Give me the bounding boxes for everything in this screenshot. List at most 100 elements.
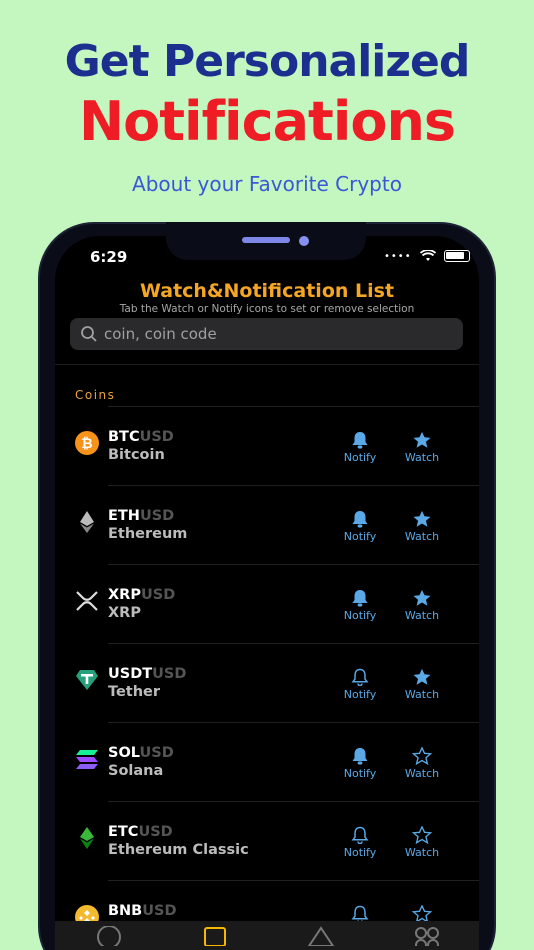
watch-label: Watch bbox=[404, 451, 440, 464]
coin-symbol: ETC bbox=[108, 824, 139, 840]
notify-label: Notify bbox=[343, 451, 377, 464]
notify-button[interactable]: Notify bbox=[338, 826, 382, 859]
grid-tab-icon[interactable] bbox=[414, 926, 440, 946]
watch-button[interactable]: Watch bbox=[400, 668, 444, 701]
notify-label: Notify bbox=[343, 530, 377, 543]
watch-label: Watch bbox=[404, 846, 440, 859]
bell-filled-icon bbox=[352, 432, 368, 449]
notify-button[interactable]: Notify bbox=[338, 431, 382, 464]
coin-row[interactable]: ETCUSD Ethereum Classic Notify Watch bbox=[55, 801, 479, 880]
search-icon bbox=[81, 326, 97, 342]
coin-name: Ethereum bbox=[108, 526, 188, 542]
coin-name: Solana bbox=[108, 763, 164, 779]
star-filled-icon bbox=[413, 510, 431, 527]
divider bbox=[108, 880, 479, 881]
divider bbox=[108, 485, 479, 486]
notify-button[interactable]: Notify bbox=[338, 589, 382, 622]
divider bbox=[108, 801, 479, 802]
bell-filled-icon bbox=[352, 590, 368, 607]
svg-text:₿: ₿ bbox=[81, 436, 92, 452]
solana-icon bbox=[75, 747, 99, 771]
divider bbox=[108, 406, 479, 407]
coin-quote: USD bbox=[140, 587, 176, 603]
coin-row[interactable]: ₿ BTCUSD Bitcoin Notify Watch bbox=[55, 406, 479, 485]
coin-name: XRP bbox=[108, 605, 141, 621]
coin-quote: USD bbox=[139, 508, 175, 524]
notify-label: Notify bbox=[343, 688, 377, 701]
coin-symbol: BTC bbox=[108, 429, 140, 445]
coin-symbol: ETH bbox=[108, 508, 140, 524]
notify-label: Notify bbox=[343, 767, 377, 780]
ethereum-icon bbox=[75, 510, 99, 534]
coin-label: ETCUSD Ethereum Classic bbox=[108, 824, 249, 858]
coin-label: BTCUSD Bitcoin bbox=[108, 429, 174, 463]
coin-quote: USD bbox=[139, 745, 174, 761]
tab-bar bbox=[55, 921, 479, 950]
divider bbox=[108, 722, 479, 723]
coin-quote: USD bbox=[152, 666, 187, 682]
triangle-tab-icon[interactable] bbox=[307, 925, 335, 946]
coin-label: BNBUSD bbox=[108, 903, 177, 921]
coin-name: Ethereum Classic bbox=[108, 842, 249, 858]
bell-filled-icon bbox=[352, 748, 368, 765]
watch-button[interactable]: Watch bbox=[400, 510, 444, 543]
bell-outline-icon bbox=[351, 826, 369, 844]
star-filled-icon bbox=[413, 668, 431, 685]
notify-button[interactable]: Notify bbox=[338, 747, 382, 780]
notify-label: Notify bbox=[343, 846, 377, 859]
coin-label: USDTUSD Tether bbox=[108, 666, 186, 700]
star-outline-icon bbox=[411, 826, 433, 844]
signal-icon: •••• bbox=[384, 250, 412, 262]
search-bar[interactable] bbox=[70, 318, 463, 350]
circle-tab-icon[interactable] bbox=[95, 925, 123, 946]
bell-outline-icon bbox=[351, 668, 369, 686]
search-input[interactable] bbox=[104, 325, 444, 343]
page-subtitle: Tab the Watch or Notify icons to set or … bbox=[119, 303, 415, 315]
coin-symbol: XRP bbox=[108, 587, 141, 603]
battery-icon bbox=[443, 250, 470, 262]
section-header-coins: Coins bbox=[75, 388, 116, 402]
coin-name: Tether bbox=[108, 684, 161, 700]
coin-label: SOLUSD Solana bbox=[108, 745, 174, 779]
square-tab-icon[interactable] bbox=[202, 926, 228, 946]
notify-button[interactable]: Notify bbox=[338, 510, 382, 543]
notify-button[interactable]: Notify bbox=[338, 668, 382, 701]
bell-filled-icon bbox=[352, 511, 368, 528]
page-title: Watch&Notification List bbox=[139, 280, 395, 302]
promo-headline-highlight: Notifications bbox=[78, 90, 456, 153]
coin-row[interactable]: XRPUSD XRP Notify Watch bbox=[55, 564, 479, 643]
tether-icon bbox=[75, 668, 99, 692]
divider bbox=[55, 364, 479, 365]
status-icons: •••• bbox=[384, 250, 470, 262]
coin-symbol: SOL bbox=[108, 745, 140, 761]
star-filled-icon bbox=[413, 589, 431, 606]
status-time: 6:29 bbox=[90, 248, 128, 266]
coin-label: XRPUSD XRP bbox=[108, 587, 175, 621]
coin-row[interactable]: USDTUSD Tether Notify Watch bbox=[55, 643, 479, 722]
camera-icon bbox=[299, 236, 309, 246]
coin-symbol: BNB bbox=[108, 903, 143, 919]
wifi-icon bbox=[419, 250, 436, 261]
divider bbox=[108, 564, 479, 565]
coin-label: ETHUSD Ethereum bbox=[108, 508, 187, 542]
watch-button[interactable]: Watch bbox=[400, 431, 444, 464]
coin-quote: USD bbox=[142, 903, 177, 919]
coin-symbol: USDT bbox=[108, 666, 153, 682]
coin-quote: USD bbox=[138, 824, 173, 840]
watch-button[interactable]: Watch bbox=[400, 589, 444, 622]
coin-name: Bitcoin bbox=[108, 447, 165, 463]
watch-label: Watch bbox=[404, 609, 440, 622]
watch-button[interactable]: Watch bbox=[400, 826, 444, 859]
coin-row[interactable]: ETHUSD Ethereum Notify Watch bbox=[55, 485, 479, 564]
speaker-icon bbox=[242, 237, 290, 243]
bitcoin-icon: ₿ bbox=[75, 431, 99, 455]
notify-label: Notify bbox=[343, 609, 377, 622]
watch-button[interactable]: Watch bbox=[400, 747, 444, 780]
divider bbox=[108, 643, 479, 644]
xrp-icon bbox=[75, 589, 99, 613]
coin-row[interactable]: SOLUSD Solana Notify Watch bbox=[55, 722, 479, 801]
promo-subheadline: About your Favorite Crypto bbox=[132, 172, 402, 196]
ethereum-classic-icon bbox=[75, 826, 99, 850]
watch-label: Watch bbox=[404, 688, 440, 701]
promo-headline: Get Personalized bbox=[64, 36, 471, 87]
